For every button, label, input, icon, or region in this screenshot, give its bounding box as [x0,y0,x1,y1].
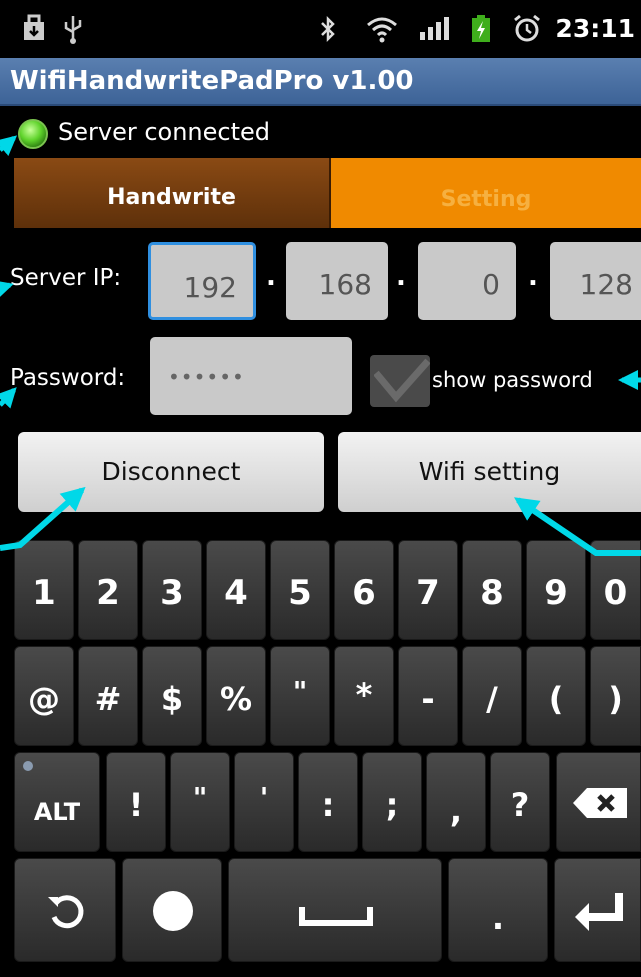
title-bar: WifiHandwritePadPro v1.00 [0,58,641,106]
key-8[interactable]: 8 [462,540,522,640]
key-exclamation[interactable]: ! [106,752,166,852]
key-percent[interactable]: % [206,646,266,746]
password-label: Password: [10,365,126,391]
key-hash[interactable]: # [78,646,138,746]
settings-rotate-key[interactable] [14,858,116,962]
status-led-icon [18,119,48,149]
key-slash[interactable]: / [462,646,522,746]
key-0[interactable]: 0 [590,540,641,640]
key-minus[interactable]: - [398,646,458,746]
space-key[interactable] [228,858,442,962]
key-4[interactable]: 4 [206,540,266,640]
status-bar: 23:11 [0,0,641,58]
server-ip-label: Server IP: [10,265,122,291]
space-bar-icon [299,907,373,926]
key-double-quote[interactable]: " [270,646,330,746]
key-5[interactable]: 5 [270,540,330,640]
wifi-setting-button[interactable]: Wifi setting [338,432,641,512]
key-open-paren[interactable]: ( [526,646,586,746]
ip-octet-1-input[interactable]: 192 [148,242,256,320]
key-close-paren[interactable]: ) [590,646,641,746]
undo-icon [48,895,84,929]
ip-separator: . [266,262,276,292]
enter-icon [575,893,623,931]
arrow-to-server-ip [0,280,14,300]
app-title: WifiHandwritePadPro v1.00 [10,66,414,96]
connection-status-text: Server connected [58,118,271,146]
mic-dot-key[interactable] [122,858,222,962]
key-alt-label: ALT [33,798,81,826]
wifi-icon [365,14,399,51]
key-9[interactable]: 9 [526,540,586,640]
tab-setting[interactable]: Setting [331,158,641,228]
backspace-icon [573,788,627,818]
show-password-label: show password [432,368,593,392]
key-at[interactable]: @ [14,646,74,746]
battery-charging-icon [470,14,492,51]
alarm-icon [512,14,542,51]
key-alt[interactable]: ALT [14,752,100,852]
key-6[interactable]: 6 [334,540,394,640]
key-colon[interactable]: : [298,752,358,852]
ip-octet-4-input[interactable]: 128 [550,242,641,320]
ip-separator: . [396,262,406,292]
key-3[interactable]: 3 [142,540,202,640]
usb-icon [62,14,84,51]
arrow-to-password [0,387,17,409]
tab-bar: Handwrite Setting [14,158,641,228]
bluetooth-icon [318,14,338,51]
signal-icon [418,14,450,49]
ip-octet-3-input[interactable]: 0 [418,242,516,320]
key-2[interactable]: 2 [78,540,138,640]
checkmark-icon [374,358,430,403]
key-comma[interactable]: , [426,752,486,852]
enter-key[interactable] [554,858,641,962]
ip-separator: . [528,262,538,292]
password-input[interactable]: •••••• [150,337,352,415]
key-semicolon[interactable]: ; [362,752,422,852]
key-apostrophe[interactable]: ' [234,752,294,852]
key-1[interactable]: 1 [14,540,74,640]
ip-octet-2-input[interactable]: 168 [286,242,388,320]
key-double-quote[interactable]: " [170,752,230,852]
key-period[interactable]: . [448,858,548,962]
soft-keyboard: 1 2 3 4 5 6 7 8 9 0 @ # $ % " * - / ( ) … [0,528,641,965]
key-dollar[interactable]: $ [142,646,202,746]
tab-handwrite[interactable]: Handwrite [14,158,331,228]
circle-icon [153,891,193,931]
key-question[interactable]: ? [490,752,550,852]
show-password-checkbox[interactable] [370,355,430,407]
clock: 23:11 [555,14,635,43]
disconnect-button[interactable]: Disconnect [18,432,324,512]
key-asterisk[interactable]: * [334,646,394,746]
download-notification-icon [22,14,46,49]
backspace-key[interactable] [556,752,641,852]
connection-status: Server connected [0,108,641,158]
key-7[interactable]: 7 [398,540,458,640]
alt-indicator-icon [23,761,33,771]
